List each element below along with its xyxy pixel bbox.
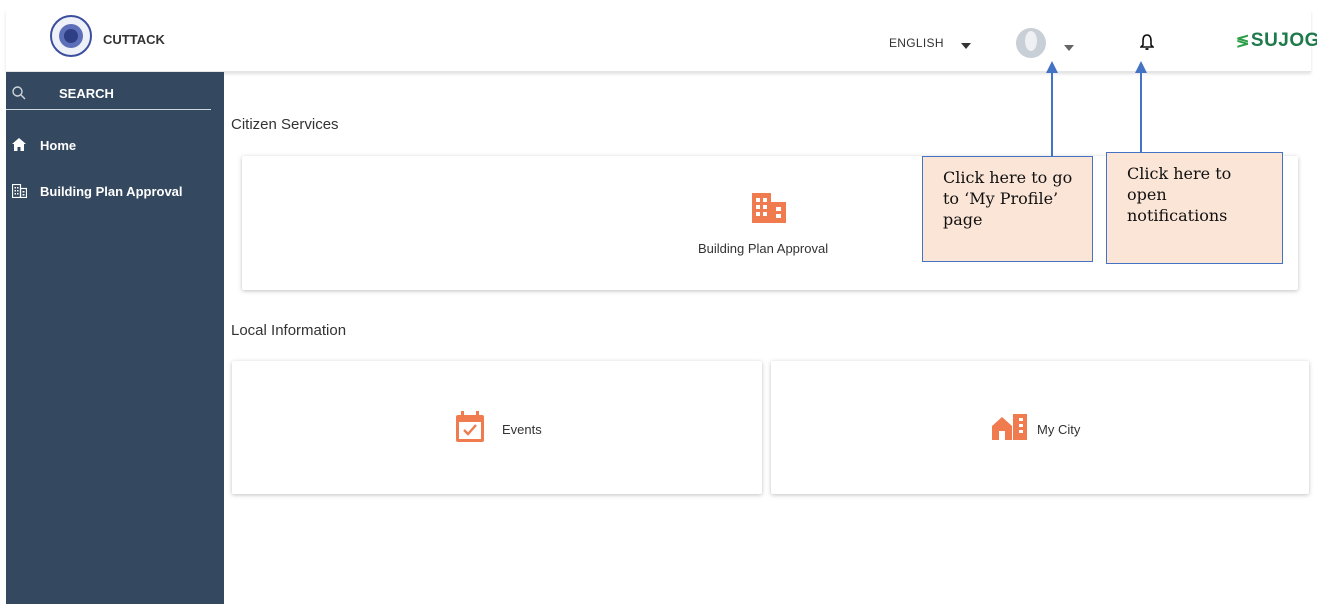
callout-profile-text: Click here to go to ‘My Profile’ page: [943, 168, 1073, 229]
callout-notifications-text: Click here to open notifications: [1127, 164, 1232, 225]
sujog-brand-logo: ≶SUJOG: [1236, 30, 1317, 51]
section-title-local-information: Local Information: [231, 322, 347, 339]
search-label: SEARCH: [59, 86, 114, 101]
building-icon: [752, 193, 786, 228]
profile-avatar[interactable]: [1016, 28, 1046, 58]
city-emblem-logo[interactable]: [50, 15, 92, 57]
arrow-up-icon: [1046, 60, 1058, 78]
home-icon: [12, 138, 26, 156]
callout-notifications: Click here to open notifications: [1106, 152, 1283, 264]
building-icon: [11, 183, 28, 203]
sidebar-item-label: Building Plan Approval: [40, 184, 183, 199]
arrow-up-icon: [1135, 60, 1147, 78]
language-select[interactable]: ENGLISH: [889, 36, 944, 50]
language-caret-icon[interactable]: [961, 36, 971, 54]
top-header: CUTTACK ENGLISH ≶SUJOG: [6, 10, 1317, 72]
search-icon: [12, 86, 26, 105]
info-card-my-city[interactable]: My City: [771, 361, 1309, 494]
profile-caret-icon[interactable]: [1064, 38, 1074, 56]
sidebar-item-home[interactable]: Home: [6, 130, 224, 160]
section-title-citizen-services: Citizen Services: [231, 116, 339, 133]
info-card-label: My City: [1037, 422, 1081, 437]
calendar-check-icon: [456, 411, 484, 447]
notifications-callout-arrow: [1140, 70, 1142, 156]
sidebar-item-building-plan-approval[interactable]: Building Plan Approval: [6, 176, 224, 206]
service-card-label: Building Plan Approval: [698, 241, 829, 256]
info-card-events[interactable]: Events: [232, 361, 762, 494]
sidebar: SEARCH Home Building Plan Approval: [6, 72, 224, 604]
sidebar-search[interactable]: SEARCH: [6, 80, 211, 110]
profile-callout-arrow: [1051, 70, 1053, 156]
city-name: CUTTACK: [103, 32, 165, 47]
notification-bell-icon[interactable]: [1139, 34, 1155, 57]
sidebar-item-label: Home: [40, 138, 77, 153]
city-icon: [992, 414, 1028, 445]
callout-profile: Click here to go to ‘My Profile’ page: [922, 156, 1093, 262]
info-card-label: Events: [502, 422, 542, 437]
